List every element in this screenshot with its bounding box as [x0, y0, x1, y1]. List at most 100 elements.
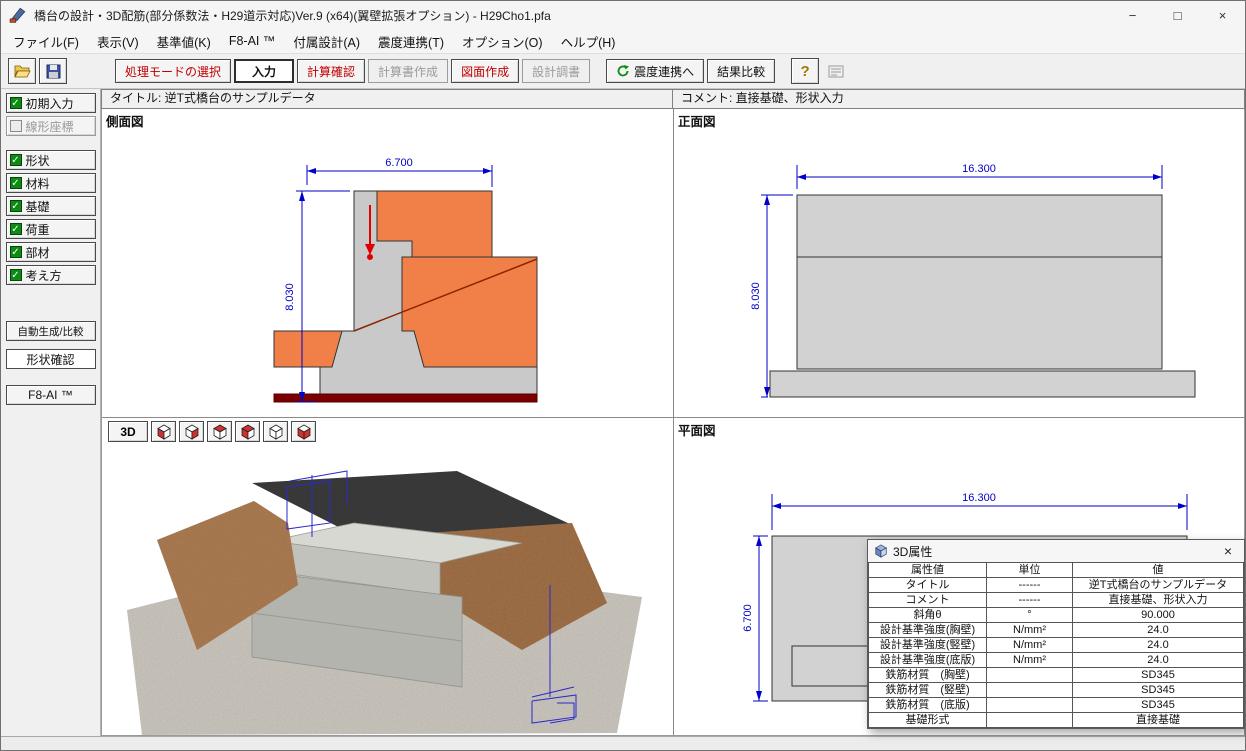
- value-cell: 24.0: [1073, 623, 1244, 638]
- app-icon: [9, 6, 27, 24]
- attribute-row-rebar-footing[interactable]: 鉄筋材質 (底版) SD345: [869, 698, 1244, 713]
- check-icon: [10, 269, 22, 281]
- dialog-titlebar[interactable]: 3D属性 ×: [868, 540, 1244, 562]
- status-bar: [1, 736, 1245, 751]
- sidebar-item-label: 考え方: [26, 267, 62, 284]
- attr-cell: 鉄筋材質 (竪壁): [869, 683, 987, 698]
- attr-cell: 鉄筋材質 (底版): [869, 698, 987, 713]
- menu-seismic-link[interactable]: 震度連携(T): [369, 29, 453, 54]
- table-header-row: 属性値 単位 値: [869, 563, 1244, 578]
- result-compare-button[interactable]: 結果比較: [707, 59, 775, 83]
- value-cell: 逆T式橋台のサンプルデータ: [1073, 578, 1244, 593]
- attribute-row-foundation-type[interactable]: 基礎形式直接基礎: [869, 713, 1244, 728]
- three-d-toolbar: 3D: [108, 421, 316, 442]
- info-bar: タイトル: 逆T式橋台のサンプルデータ コメント: 直接基礎、形状入力: [101, 89, 1245, 109]
- menu-view[interactable]: 表示(V): [88, 29, 148, 54]
- sidebar-item-shape[interactable]: 形状: [6, 150, 96, 170]
- mode-select-button[interactable]: 処理モードの選択: [115, 59, 231, 83]
- title-info: タイトル: 逆T式橋台のサンプルデータ: [101, 89, 673, 109]
- attribute-row-strength-parapet[interactable]: 設計基準強度(胸壁)N/mm²24.0: [869, 623, 1244, 638]
- cube-view-3-icon[interactable]: [207, 421, 232, 442]
- checkbox-empty-icon: [10, 120, 22, 132]
- front-view-panel[interactable]: 正面図 16.300: [674, 109, 1244, 418]
- attr-cell: コメント: [869, 593, 987, 608]
- cube-view-4-icon[interactable]: [235, 421, 260, 442]
- unit-cell: [987, 713, 1073, 728]
- help-icon: ?: [801, 63, 810, 80]
- menu-f8-ai[interactable]: F8-AI ™: [220, 31, 285, 51]
- report-view-button[interactable]: [822, 58, 850, 84]
- close-button[interactable]: ×: [1200, 1, 1245, 29]
- attribute-row-title[interactable]: タイトル------逆T式橋台のサンプルデータ: [869, 578, 1244, 593]
- shape-confirm-button[interactable]: 形状確認: [6, 349, 96, 369]
- col-header-attribute: 属性値: [869, 563, 987, 578]
- side-height-dim: 8.030: [284, 283, 296, 311]
- check-icon: [10, 200, 22, 212]
- sidebar-item-initial-input[interactable]: 初期入力: [6, 93, 96, 113]
- cube-view-6-icon[interactable]: [291, 421, 316, 442]
- three-d-view-panel[interactable]: 3D: [102, 418, 674, 735]
- value-cell: 24.0: [1073, 638, 1244, 653]
- value-cell: SD345: [1073, 683, 1244, 698]
- minimize-button[interactable]: −: [1110, 1, 1155, 29]
- check-icon: [10, 154, 22, 166]
- design-report-button: 設計調書: [522, 59, 590, 83]
- attribute-row-rebar-parapet[interactable]: 鉄筋材質 (胸壁)SD345: [869, 668, 1244, 683]
- cube-view-5-icon[interactable]: [263, 421, 288, 442]
- help-button[interactable]: ?: [791, 58, 819, 84]
- unit-cell: N/mm²: [987, 638, 1073, 653]
- check-icon: [10, 223, 22, 235]
- attr-cell: 基礎形式: [869, 713, 987, 728]
- auto-generate-compare-button[interactable]: 自動生成/比較: [6, 321, 96, 341]
- menu-help[interactable]: ヘルプ(H): [552, 29, 625, 54]
- calc-check-button[interactable]: 計算確認: [297, 59, 365, 83]
- plan-view-title: 平面図: [678, 420, 716, 439]
- drawing-create-button[interactable]: 図面作成: [451, 59, 519, 83]
- col-header-value: 値: [1073, 563, 1244, 578]
- attribute-row-rebar-stem[interactable]: 鉄筋材質 (竪壁) SD345: [869, 683, 1244, 698]
- menu-attached-design[interactable]: 付属設計(A): [284, 29, 369, 54]
- seismic-link-button[interactable]: 震度連携へ: [606, 59, 704, 83]
- input-mode-button[interactable]: 入力: [234, 59, 294, 83]
- save-button[interactable]: [39, 58, 67, 84]
- app-window: 橋台の設計・3D配筋(部分係数法・H29道示対応)Ver.9 (x64)(翼壁拡…: [0, 0, 1246, 751]
- attribute-row-strength-stem[interactable]: 設計基準強度(竪壁)N/mm²24.0: [869, 638, 1244, 653]
- front-width-dim: 16.300: [962, 163, 996, 175]
- report-create-button: 計算書作成: [368, 59, 448, 83]
- folder-open-icon: [14, 64, 31, 79]
- sidebar-item-member[interactable]: 部材: [6, 242, 96, 262]
- check-icon: [10, 177, 22, 189]
- attribute-row-skew-angle[interactable]: 斜角θ°90.000: [869, 608, 1244, 623]
- attr-cell: 鉄筋材質 (胸壁): [869, 668, 987, 683]
- sidebar-item-alignment-coords: 線形座標: [6, 116, 96, 136]
- maximize-button[interactable]: □: [1155, 1, 1200, 29]
- sidebar-item-load[interactable]: 荷重: [6, 219, 96, 239]
- attr-cell: 設計基準強度(竪壁): [869, 638, 987, 653]
- col-header-unit: 単位: [987, 563, 1073, 578]
- cube-view-1-icon[interactable]: [151, 421, 176, 442]
- f8-ai-button[interactable]: F8-AI ™: [6, 385, 96, 405]
- window-title: 橋台の設計・3D配筋(部分係数法・H29道示対応)Ver.9 (x64)(翼壁拡…: [34, 7, 1110, 24]
- menu-standard-values[interactable]: 基準値(K): [148, 29, 220, 54]
- plan-width-dim: 16.300: [962, 492, 996, 504]
- menu-options[interactable]: オプション(O): [453, 29, 552, 54]
- open-file-button[interactable]: [8, 58, 36, 84]
- dialog-title: 3D属性: [893, 543, 932, 560]
- value-cell: SD345: [1073, 698, 1244, 713]
- sidebar-item-label: 線形座標: [26, 118, 74, 135]
- sidebar-item-material[interactable]: 材料: [6, 173, 96, 193]
- side-view-panel[interactable]: 側面図: [102, 109, 674, 418]
- value-cell: 直接基礎、形状入力: [1073, 593, 1244, 608]
- unit-cell: °: [987, 608, 1073, 623]
- cube-view-2-icon[interactable]: [179, 421, 204, 442]
- sidebar-item-label: 形状: [26, 152, 50, 169]
- sidebar-item-foundation[interactable]: 基礎: [6, 196, 96, 216]
- three-d-button[interactable]: 3D: [108, 421, 148, 442]
- attribute-row-strength-footing[interactable]: 設計基準強度(底版)N/mm²24.0: [869, 653, 1244, 668]
- dialog-close-button[interactable]: ×: [1218, 543, 1238, 559]
- menu-file[interactable]: ファイル(F): [4, 29, 88, 54]
- sidebar-item-policy[interactable]: 考え方: [6, 265, 96, 285]
- attr-cell: 設計基準強度(胸壁): [869, 623, 987, 638]
- side-view-title: 側面図: [106, 111, 144, 130]
- attribute-row-comment[interactable]: コメント------直接基礎、形状入力: [869, 593, 1244, 608]
